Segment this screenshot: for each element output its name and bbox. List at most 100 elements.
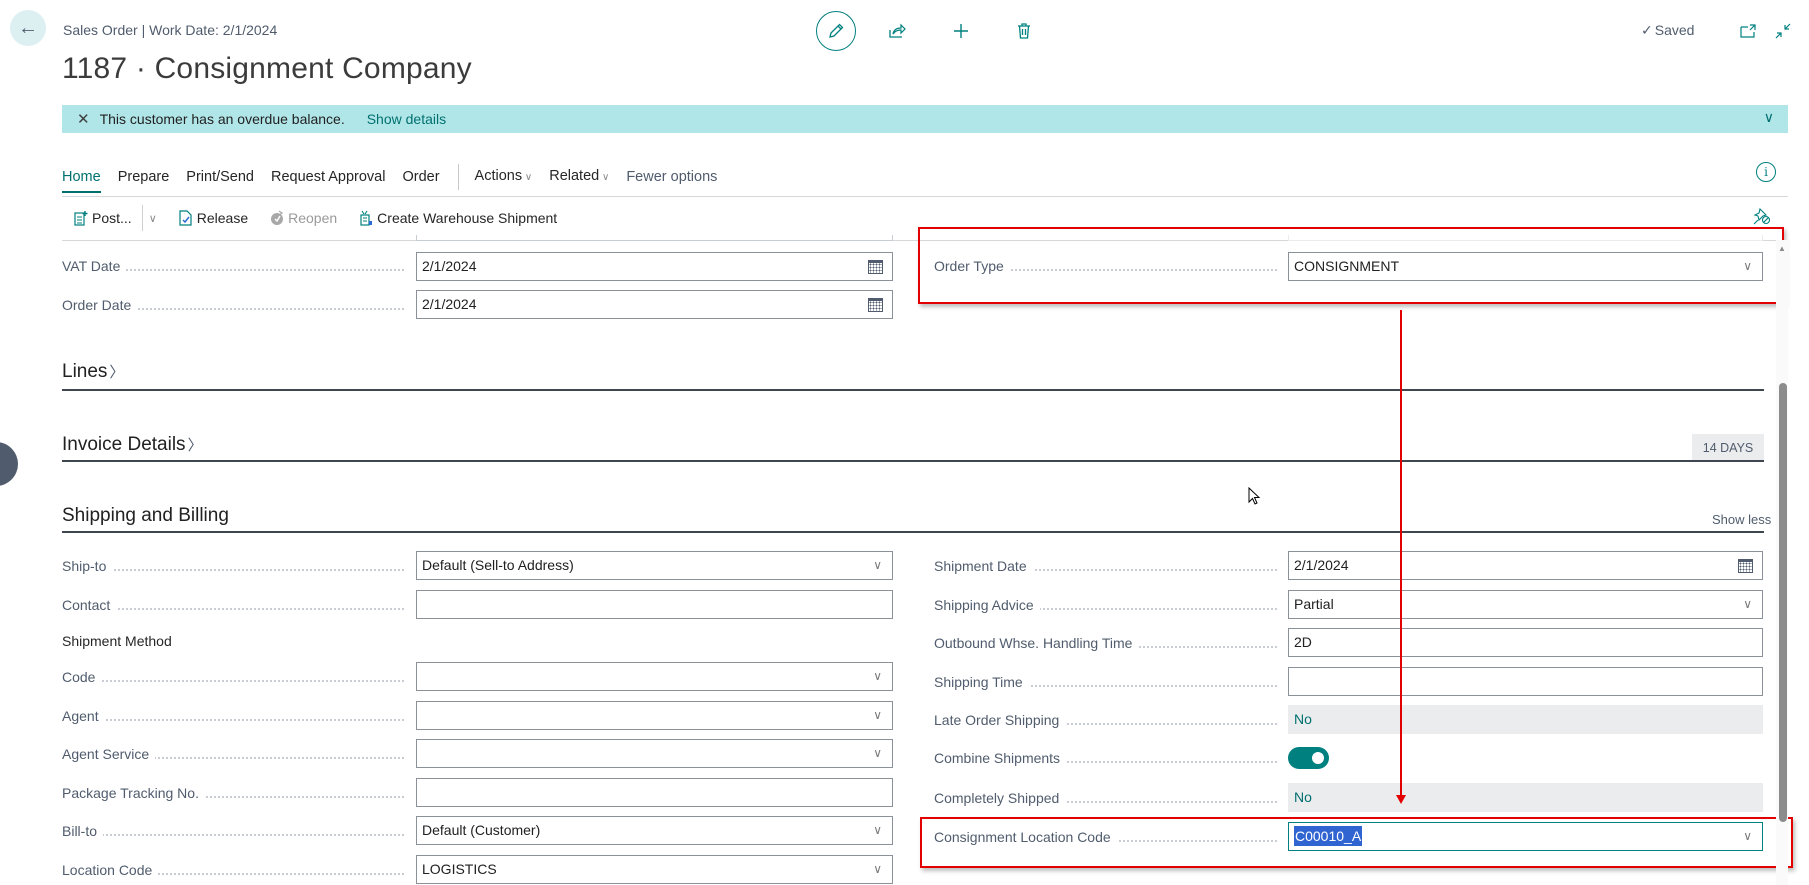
- chevron-down-icon[interactable]: ∨: [1764, 109, 1774, 126]
- shipping-billing-section-header[interactable]: Shipping and Billing: [62, 505, 229, 527]
- scrollbar-thumb[interactable]: [1779, 383, 1787, 822]
- calendar-icon[interactable]: [1738, 559, 1753, 573]
- chevron-right-icon: 〉: [109, 364, 125, 381]
- tab-request-approval[interactable]: Request Approval: [271, 166, 385, 188]
- shipping-time-input[interactable]: [1288, 667, 1763, 696]
- post-options-chevron-icon[interactable]: ∨: [149, 212, 157, 225]
- completely-shipped-label: Completely Shipped: [934, 788, 1277, 808]
- mouse-cursor-icon: [1248, 486, 1262, 510]
- post-button[interactable]: Post...: [74, 210, 132, 226]
- shipment-date-input[interactable]: 2/1/2024: [1288, 551, 1763, 580]
- bill-to-label: Bill-to: [62, 821, 404, 841]
- chevron-right-icon: 〉: [187, 437, 203, 454]
- action-bar-tabs: Home Prepare Print/Send Request Approval…: [62, 164, 734, 193]
- agent-service-label: Agent Service: [62, 744, 404, 764]
- chevron-down-icon[interactable]: ∨: [873, 663, 882, 690]
- outbound-handling-time-input[interactable]: 2D: [1288, 628, 1763, 657]
- reopen-button[interactable]: Reopen: [270, 210, 337, 226]
- banner-message: This customer has an overdue balance.: [99, 111, 345, 127]
- close-icon[interactable]: ✕: [77, 110, 90, 128]
- combine-shipments-label: Combine Shipments: [934, 748, 1277, 768]
- order-date-input[interactable]: 2/1/2024: [416, 290, 893, 319]
- open-in-new-window-icon: [1740, 24, 1756, 38]
- toolbar-split-divider: [141, 205, 143, 231]
- checkmark-icon: ✓: [1641, 22, 1653, 38]
- tab-home[interactable]: Home: [62, 166, 101, 193]
- invoice-details-section-header[interactable]: Invoice Details 〉: [62, 434, 203, 456]
- release-button[interactable]: Release: [179, 210, 248, 226]
- tab-print-send[interactable]: Print/Send: [186, 166, 254, 188]
- location-code-select[interactable]: LOGISTICS ∨: [416, 855, 893, 884]
- menu-actions[interactable]: Actions: [475, 165, 533, 189]
- order-date-label: Order Date: [62, 295, 404, 315]
- partial-field-above: [416, 235, 893, 241]
- delete-button[interactable]: [1005, 12, 1043, 50]
- tab-prepare[interactable]: Prepare: [118, 166, 170, 188]
- post-icon: [74, 210, 88, 226]
- chevron-down-icon[interactable]: ∨: [873, 702, 882, 729]
- shipment-method-code-select[interactable]: ∨: [416, 662, 893, 691]
- package-tracking-label: Package Tracking No.: [62, 783, 404, 803]
- plus-icon: [954, 24, 968, 38]
- reopen-icon: [270, 210, 284, 226]
- release-icon: [179, 210, 193, 226]
- chevron-down-icon[interactable]: ∨: [873, 740, 882, 767]
- collapse-icon: [1775, 23, 1791, 39]
- trash-icon: [1018, 23, 1030, 39]
- new-button[interactable]: [942, 12, 980, 50]
- lines-section-header[interactable]: Lines 〉: [62, 361, 124, 383]
- fewer-options-button[interactable]: Fewer options: [626, 166, 717, 188]
- vat-date-label: VAT Date: [62, 256, 404, 276]
- chevron-down-icon[interactable]: ∨: [873, 817, 882, 844]
- shipment-method-code-label: Code: [62, 667, 404, 687]
- annotation-arrow-line: [1400, 310, 1402, 800]
- chevron-down-icon[interactable]: ∨: [1743, 591, 1752, 618]
- late-order-shipping-label: Late Order Shipping: [934, 710, 1277, 730]
- collapse-button[interactable]: [1764, 12, 1802, 50]
- contact-input[interactable]: [416, 590, 893, 619]
- toggle-knob: [1312, 752, 1324, 764]
- shipping-advice-select[interactable]: Partial ∨: [1288, 590, 1763, 619]
- nav-divider-line: [62, 196, 1788, 197]
- tab-order[interactable]: Order: [402, 166, 439, 188]
- show-details-link[interactable]: Show details: [367, 111, 446, 127]
- pencil-icon: [829, 23, 844, 38]
- combine-shipments-toggle[interactable]: [1288, 747, 1329, 769]
- lines-section-divider: [62, 389, 1764, 391]
- arrow-left-icon: ←: [18, 16, 38, 39]
- page-title: 1187 · Consignment Company: [62, 52, 472, 85]
- shipping-advice-label: Shipping Advice: [934, 595, 1277, 615]
- info-icon[interactable]: i: [1756, 162, 1776, 182]
- shipping-billing-divider: [62, 531, 1764, 533]
- back-button[interactable]: ←: [10, 10, 46, 46]
- chevron-down-icon[interactable]: ∨: [873, 856, 882, 883]
- bill-to-select[interactable]: Default (Customer) ∨: [416, 816, 893, 845]
- completely-shipped-value: No: [1288, 783, 1763, 812]
- vat-date-input[interactable]: 2/1/2024: [416, 252, 893, 281]
- toolbar: Post... ∨ Release Reopen Create Warehous…: [74, 205, 579, 231]
- outbound-handling-time-label: Outbound Whse. Handling Time: [934, 633, 1277, 653]
- create-warehouse-shipment-button[interactable]: Create Warehouse Shipment: [359, 210, 557, 226]
- calendar-icon[interactable]: [868, 260, 883, 274]
- share-icon: [889, 23, 906, 38]
- order-type-highlight-box: [918, 227, 1784, 304]
- shipment-method-group-label: Shipment Method: [62, 633, 172, 649]
- agent-label: Agent: [62, 706, 404, 726]
- breadcrumb: Sales Order | Work Date: 2/1/2024: [63, 22, 278, 38]
- ship-to-select[interactable]: Default (Sell-to Address) ∨: [416, 551, 893, 580]
- share-button[interactable]: [878, 12, 916, 50]
- show-less-link[interactable]: Show less: [1712, 512, 1771, 527]
- calendar-icon[interactable]: [868, 298, 883, 312]
- edit-button[interactable]: [816, 11, 856, 51]
- nav-divider: [457, 164, 459, 190]
- open-new-window-button[interactable]: [1729, 12, 1767, 50]
- annotation-arrow-head: [1396, 795, 1406, 804]
- menu-related[interactable]: Related: [549, 165, 609, 189]
- side-panel-toggle[interactable]: [0, 442, 18, 486]
- agent-select[interactable]: ∨: [416, 701, 893, 730]
- chevron-down-icon[interactable]: ∨: [873, 552, 882, 579]
- scroll-up-arrow-icon[interactable]: ▲: [1778, 244, 1786, 253]
- package-tracking-input[interactable]: [416, 778, 893, 807]
- agent-service-select[interactable]: ∨: [416, 739, 893, 768]
- shipment-date-label: Shipment Date: [934, 556, 1277, 576]
